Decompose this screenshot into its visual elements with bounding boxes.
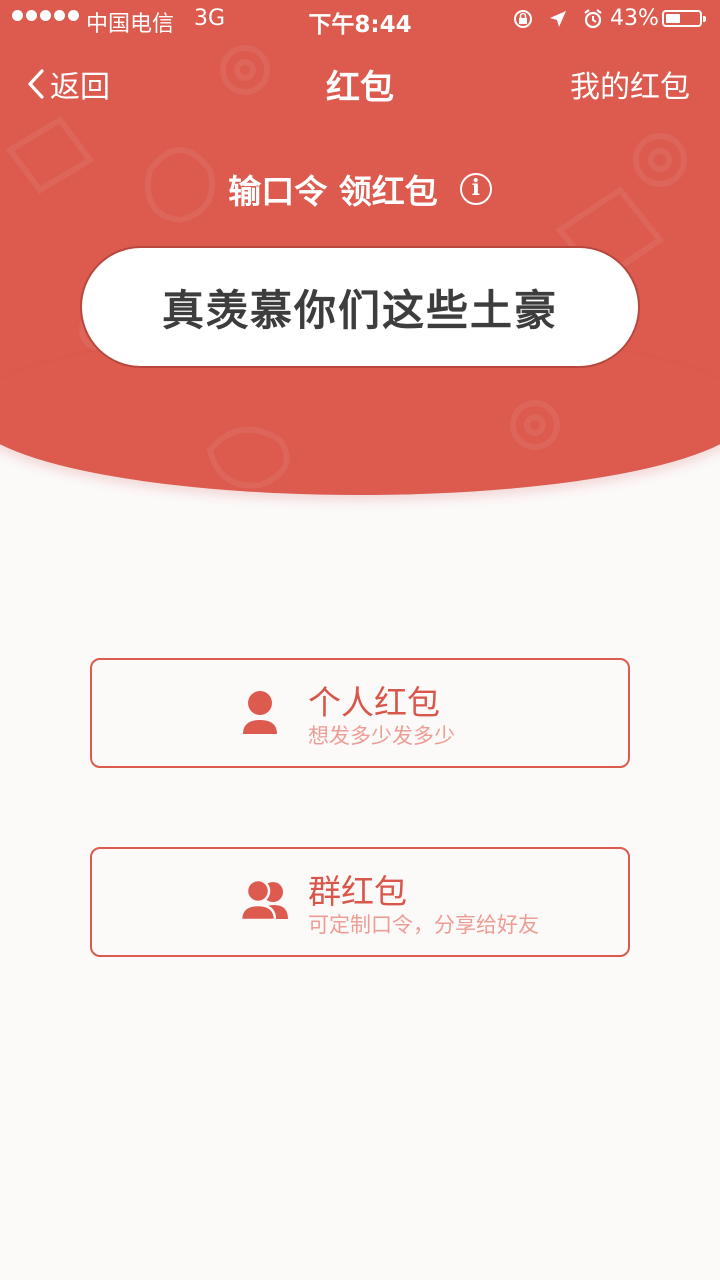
info-icon[interactable]: i xyxy=(459,173,492,205)
password-text: 真羡慕你们这些土豪 xyxy=(161,285,558,335)
group-icon xyxy=(240,879,288,921)
alarm-clock-icon xyxy=(584,9,602,29)
location-arrow-icon xyxy=(550,11,566,27)
option-title: 群红包 xyxy=(308,872,407,911)
option-title: 个人红包 xyxy=(308,683,440,722)
my-red-packets-link[interactable]: 我的红包 xyxy=(570,62,690,106)
battery-icon xyxy=(662,10,706,27)
person-icon xyxy=(243,691,277,734)
option-subtitle: 想发多少发多少 xyxy=(308,724,455,748)
navigation-bar: 返回 红包 我的红包 xyxy=(0,50,720,110)
option-subtitle: 可定制口令，分享给好友 xyxy=(308,913,539,937)
status-bar: 中国电信 3G 下午8:44 43% xyxy=(0,0,720,40)
password-prompt: 输口令 领红包 i xyxy=(0,165,720,213)
password-field[interactable]: 真羡慕你们这些土豪 xyxy=(80,246,640,368)
rotation-lock-icon xyxy=(514,10,532,28)
prompt-label: 输口令 领红包 xyxy=(228,172,438,211)
personal-red-packet-button[interactable]: 个人红包 想发多少发多少 xyxy=(90,658,630,768)
battery-percent: 43% xyxy=(610,6,659,31)
group-red-packet-button[interactable]: 群红包 可定制口令，分享给好友 xyxy=(90,847,630,957)
